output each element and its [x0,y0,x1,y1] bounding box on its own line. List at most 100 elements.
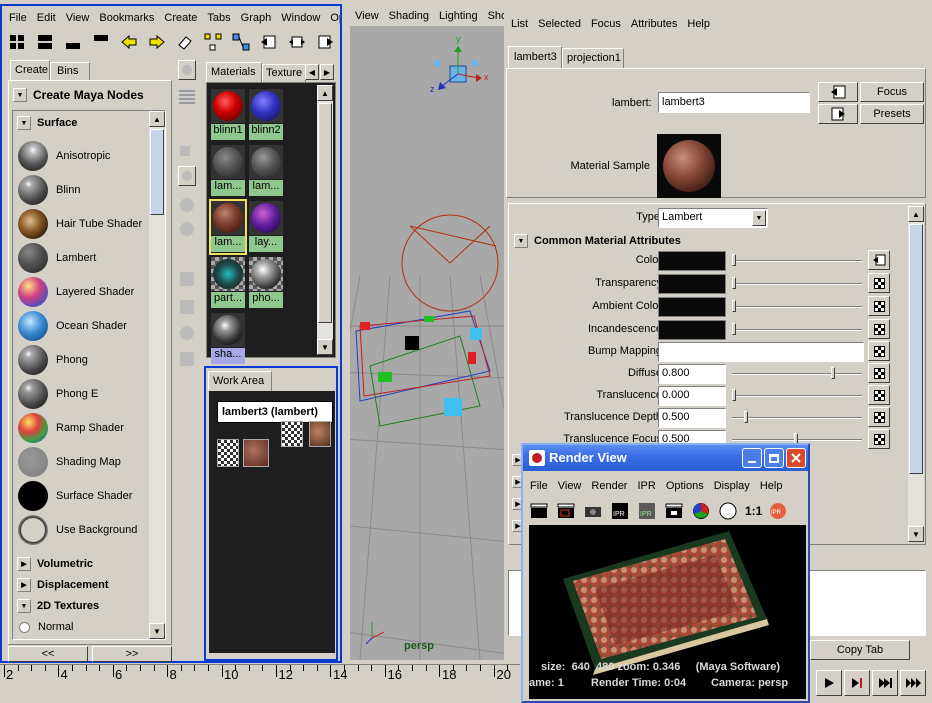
hypershade-menu-graph[interactable]: Graph [236,12,277,24]
play-forward-icon[interactable] [816,670,842,696]
tab-projection1[interactable]: projection1 [562,48,624,68]
side-tool-1-icon[interactable] [178,60,196,80]
attr-color-map-button[interactable] [868,250,890,270]
slider-knob[interactable] [732,277,736,289]
ipr-stop-icon[interactable]: IPR [767,500,789,522]
scroll-thumb[interactable] [909,224,923,474]
material-swatch[interactable]: blinn2 [249,89,283,141]
render-clapper-icon[interactable] [527,500,551,522]
layout-top-bottom-icon[interactable] [32,29,58,55]
step-key-forward-icon[interactable] [872,670,898,696]
material-swatch[interactable]: lay... [249,201,283,253]
graph-network-icon[interactable] [228,29,254,55]
attr-translucence-depth-field[interactable]: 0.500 [658,408,726,428]
go-to-end-icon[interactable] [900,670,926,696]
side-tool-7-icon[interactable] [180,272,194,286]
nav-prev-button[interactable]: << [8,646,88,662]
alpha-channel-icon[interactable] [716,500,740,522]
presets-button[interactable]: Presets [860,104,924,124]
attr-color-slider[interactable] [732,254,862,266]
node-ocean-shader[interactable]: Ocean Shader [18,309,127,343]
maximize-button[interactable] [764,448,784,468]
hypershade-menu-edit[interactable]: Edit [32,12,61,24]
work-node-thumb-1[interactable] [217,439,239,467]
render-view-titlebar[interactable]: Render View [523,445,808,471]
attr-translucence-focus-map-button[interactable] [868,429,890,449]
attr-ambient-color-map-button[interactable] [868,296,890,316]
material-swatch[interactable]: blinn1 [211,89,245,141]
scroll-up-icon[interactable]: ▲ [908,206,924,222]
time-slider[interactable]: 2 4 6 8 10 12 14 16 18 20 [0,664,522,703]
tab-bins[interactable]: Bins [50,62,90,80]
attr-translucence-depth-map-button[interactable] [868,407,890,427]
viewport-menu-shading[interactable]: Shading [384,10,434,22]
scroll-down-icon[interactable]: ▼ [317,339,333,355]
attr-translucence-field[interactable]: 0.000 [658,386,726,406]
work-node-thumb-3[interactable] [281,421,303,447]
node-anisotropic[interactable]: Anisotropic [18,139,110,173]
lambert-name-field[interactable]: lambert3 [658,92,810,113]
side-tool-5-icon[interactable] [180,198,194,212]
slider-knob[interactable] [732,389,736,401]
slider-knob[interactable] [732,323,736,335]
materials-scrollbar[interactable]: ▲ ▼ [317,85,333,355]
node-lambert[interactable]: Lambert [18,241,96,275]
tab-scroll-left-icon[interactable]: ◀ [305,64,319,80]
viewport-menu-lighting[interactable]: Lighting [434,10,483,22]
attr-bump-map-button[interactable] [868,341,890,361]
material-swatch[interactable]: lam... [209,199,247,255]
node-phong-e[interactable]: Phong E [18,377,98,411]
hypershade-menu-create[interactable]: Create [159,12,202,24]
attr-bump-field[interactable] [658,342,864,362]
input-output-icon[interactable] [284,29,310,55]
nav-next-button[interactable]: >> [92,646,172,662]
attr-translucence-slider[interactable] [732,389,862,401]
render-view-menu-ipr[interactable]: IPR [632,480,660,492]
scroll-thumb[interactable] [150,129,164,215]
hypershade-menu-window[interactable]: Window [276,12,325,24]
output-node-button[interactable] [818,104,858,124]
attr-incandescence-color-swatch[interactable] [658,320,726,340]
node-use-background[interactable]: Use Background [18,513,137,547]
scroll-down-icon[interactable]: ▼ [149,623,165,639]
arrow-left-icon[interactable] [116,29,142,55]
hypershade-menu-file[interactable]: File [4,12,32,24]
hypershade-menu-tabs[interactable]: Tabs [202,12,235,24]
focus-button[interactable]: Focus [860,82,924,102]
node-hair-tube-shader[interactable]: Hair Tube Shader [18,207,142,241]
step-forward-icon[interactable] [844,670,870,696]
scroll-up-icon[interactable]: ▲ [149,111,165,127]
arrow-right-icon[interactable] [144,29,170,55]
slider-knob[interactable] [831,367,835,379]
node-layered-shader[interactable]: Layered Shader [18,275,134,309]
displacement-section-header[interactable]: ▶ Displacement [15,576,147,594]
attr-incandescence-slider[interactable] [732,323,862,335]
viewport-menu-sho[interactable]: Sho [483,10,504,22]
copy-tab-button[interactable]: Copy Tab [810,640,910,660]
attr-translucence-map-button[interactable] [868,385,890,405]
node-blinn[interactable]: Blinn [18,173,80,207]
render-view-menu-view[interactable]: View [553,480,587,492]
output-connections-icon[interactable] [312,29,338,55]
2d-textures-section-header[interactable]: ▼ 2D Textures [15,597,147,615]
attr-editor-menu-attributes[interactable]: Attributes [626,18,682,30]
tab-textures[interactable]: Texture [262,64,306,82]
attr-diffuse-slider[interactable] [732,367,862,379]
hypershade-menu-bookmarks[interactable]: Bookmarks [94,12,159,24]
tab-materials[interactable]: Materials [206,62,262,82]
tab-work-area[interactable]: Work Area [208,371,272,391]
attr-ambient-color-slider[interactable] [732,300,862,312]
layout-top-icon[interactable] [88,29,114,55]
node-shading-map[interactable]: Shading Map [18,445,121,479]
attr-editor-menu-help[interactable]: Help [682,18,715,30]
attr-color-color-swatch[interactable] [658,251,726,271]
attr-transparency-color-swatch[interactable] [658,274,726,294]
node-phong[interactable]: Phong [18,343,88,377]
rgb-channels-icon[interactable] [689,500,713,522]
material-swatch[interactable]: sha... [211,313,245,365]
slider-knob[interactable] [732,254,736,266]
scroll-thumb[interactable] [318,103,332,323]
eraser-icon[interactable] [172,29,198,55]
ipr-render-icon[interactable]: IPR [608,500,632,522]
attr-translucence-focus-slider[interactable] [732,433,862,445]
